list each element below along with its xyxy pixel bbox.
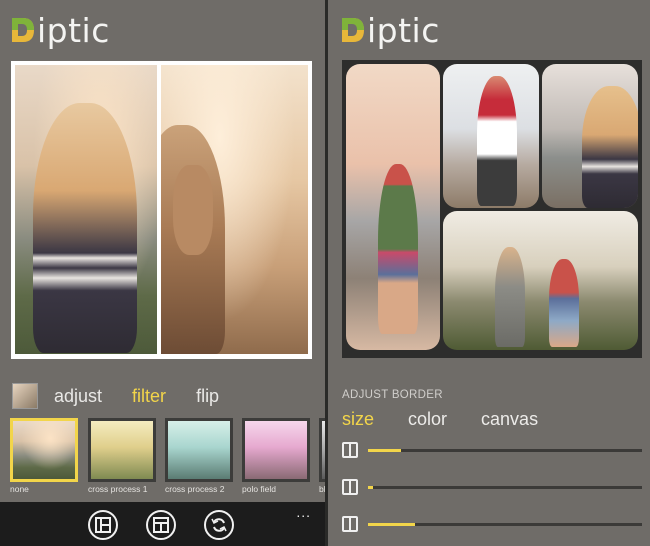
girl-figure: [33, 103, 137, 353]
app-bar: ...: [0, 502, 325, 546]
layout-icon: [95, 517, 111, 533]
tab-flip[interactable]: flip: [196, 386, 219, 407]
boy-figure: [378, 164, 418, 334]
refresh-button[interactable]: [204, 510, 234, 540]
border-tabs: size color canvas: [342, 409, 572, 430]
filter-thumbnail[interactable]: [319, 418, 325, 482]
filter-none[interactable]: none: [10, 418, 78, 494]
tab-color[interactable]: color: [408, 409, 447, 430]
collage-cell-girl[interactable]: [542, 64, 638, 208]
app-title: iptic: [37, 10, 110, 50]
border-canvas-slider[interactable]: [342, 515, 642, 535]
border-icon: [342, 479, 358, 495]
filter-list: none cross process 1 cross process 2 pol…: [10, 418, 325, 498]
slider-fill[interactable]: [368, 523, 415, 526]
filter-label: cross process 2: [165, 484, 225, 494]
filter-label: polo field: [242, 484, 277, 494]
refresh-icon: [211, 518, 227, 532]
collage-preview[interactable]: [342, 60, 642, 358]
border-color-slider[interactable]: [342, 478, 642, 498]
collage-cell-father[interactable]: [443, 64, 539, 208]
filter-cross-process-2[interactable]: cross process 2: [165, 418, 233, 494]
tab-size[interactable]: size: [342, 409, 374, 430]
diptych-preview[interactable]: [11, 61, 312, 359]
slider-track[interactable]: [368, 486, 642, 489]
filter-thumbnail[interactable]: [10, 418, 78, 482]
filter-thumbnail[interactable]: [165, 418, 233, 482]
border-icon: [342, 516, 358, 532]
filter-label: none: [10, 484, 29, 494]
photo-right[interactable]: [161, 65, 308, 354]
app-logo: iptic: [10, 10, 110, 50]
border-screen: iptic ADJUST BORDER size color canvas: [328, 0, 650, 546]
section-title: ADJUST BORDER: [342, 389, 443, 401]
filter-bl[interactable]: bl: [319, 418, 325, 494]
border-size-slider[interactable]: [342, 441, 642, 461]
father-figure: [477, 76, 517, 206]
girl-figure: [582, 86, 638, 208]
layout-button[interactable]: [88, 510, 118, 540]
border-icon: [342, 442, 358, 458]
grid-layout-icon: [153, 517, 169, 533]
boy-walking-figure: [549, 259, 579, 347]
slider-track[interactable]: [368, 523, 642, 526]
slider-fill[interactable]: [368, 449, 401, 452]
collage-cell-boy[interactable]: [346, 64, 440, 350]
tab-canvas[interactable]: canvas: [481, 409, 538, 430]
diptic-logo-icon: [340, 16, 366, 44]
filter-thumbnail[interactable]: [242, 418, 310, 482]
slider-fill[interactable]: [368, 486, 374, 489]
filter-cross-process-1[interactable]: cross process 1: [88, 418, 156, 494]
tab-adjust[interactable]: adjust: [54, 386, 102, 407]
filter-label: bl: [319, 484, 325, 494]
slider-track[interactable]: [368, 449, 642, 452]
edit-tabs: adjust filter flip: [0, 382, 325, 410]
app-logo: iptic: [340, 10, 440, 50]
photo-left[interactable]: [15, 65, 157, 354]
girl-walking-figure: [495, 247, 525, 347]
photo-thumbnail[interactable]: [12, 383, 38, 409]
tab-filter[interactable]: filter: [132, 386, 166, 407]
filter-label: cross process 1: [88, 484, 148, 494]
grid-layout-button[interactable]: [146, 510, 176, 540]
more-options-button[interactable]: ...: [296, 504, 311, 520]
hand-figure: [173, 165, 213, 255]
app-title: iptic: [367, 10, 440, 50]
collage-cell-dock[interactable]: [443, 211, 638, 350]
filter-polo-field[interactable]: polo field: [242, 418, 310, 494]
filter-thumbnail[interactable]: [88, 418, 156, 482]
filter-screen: iptic adjust filter flip none cross proc…: [0, 0, 325, 546]
diptic-logo-icon: [10, 16, 36, 44]
